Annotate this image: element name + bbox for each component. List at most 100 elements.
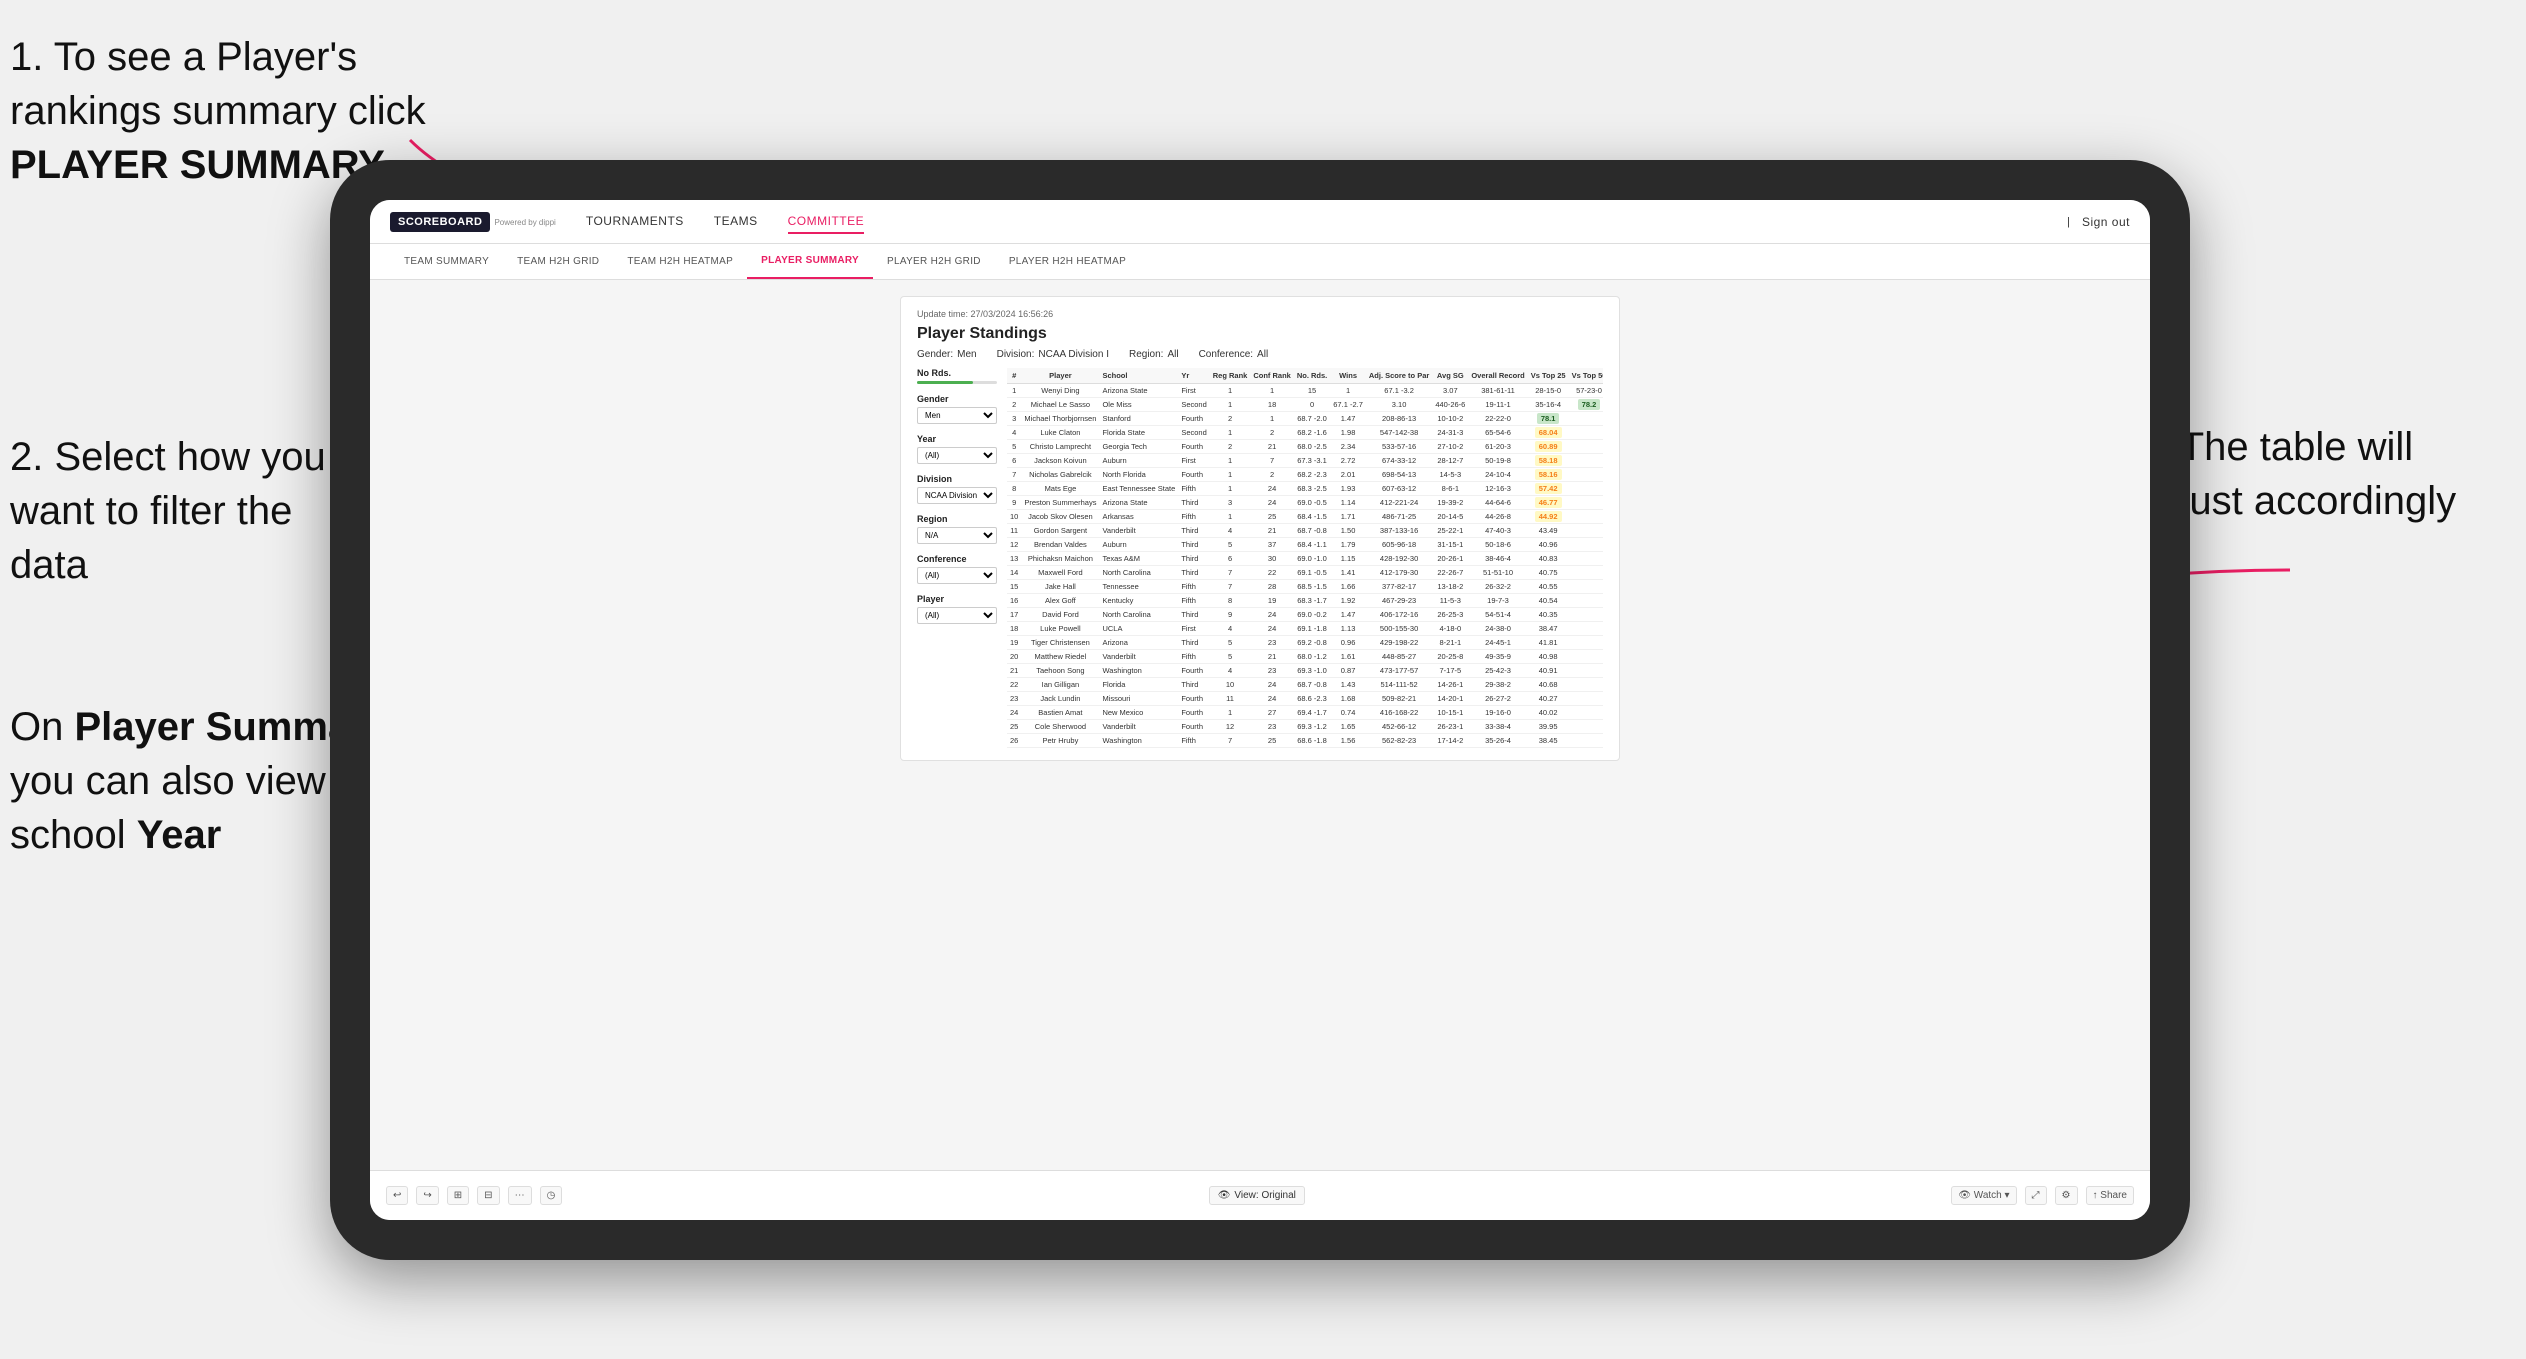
sub-team-h2h-grid[interactable]: TEAM H2H GRID <box>503 244 613 279</box>
region-select[interactable]: N/A All <box>917 527 997 544</box>
table-row[interactable]: 26Petr HrubyWashingtonFifth72568.6 -1.81… <box>1007 734 1603 748</box>
nords-label: No Rds. <box>917 368 997 378</box>
nav-pipe: | <box>2067 216 2070 228</box>
bottom-toolbar: ↩ ↪ ⊞ ⊟ ⋯ ◷ 👁 View: Original 👁 Watch ▾ ⤢… <box>370 1170 2150 1220</box>
panel-body: No Rds. Gender Men Women <box>917 368 1603 748</box>
table-row[interactable]: 24Bastien AmatNew MexicoFourth12769.4 -1… <box>1007 706 1603 720</box>
year-filter-label: Year <box>917 434 997 444</box>
filter-display-row: Gender: Men Division: NCAA Division I Re… <box>917 349 1603 360</box>
toolbar-paste[interactable]: ⊟ <box>477 1186 499 1205</box>
col-adj-score: Adj. Score to Par <box>1366 368 1432 384</box>
sub-nav-bar: TEAM SUMMARY TEAM H2H GRID TEAM H2H HEAT… <box>370 244 2150 280</box>
nav-right: | Sign out <box>2067 211 2130 233</box>
sub-team-h2h-heatmap[interactable]: TEAM H2H HEATMAP <box>613 244 747 279</box>
brand-logo: SCOREBOARD <box>390 212 490 232</box>
col-vs50: Vs Top 50 <box>1569 368 1603 384</box>
col-reg-rank: Reg Rank <box>1210 368 1251 384</box>
table-row[interactable]: 10Jacob Skov OlesenArkansasFifth12568.4 … <box>1007 510 1603 524</box>
filter-region: Region: All <box>1129 349 1179 360</box>
toolbar-right: 👁 Watch ▾ ⤢ ⚙ ↑ Share <box>1951 1186 2134 1205</box>
conference-select[interactable]: (All) <box>917 567 997 584</box>
tablet-screen: SCOREBOARD Powered by dippi TOURNAMENTS … <box>370 200 2150 1220</box>
player-filter-label: Player <box>917 594 997 604</box>
standings-table: # Player School Yr Reg Rank Conf Rank No… <box>1007 368 1603 748</box>
table-row[interactable]: 11Gordon SargentVanderbiltThird42168.7 -… <box>1007 524 1603 538</box>
ann1-text: 1. To see a Player's rankings summary cl… <box>10 35 426 187</box>
toolbar-left: ↩ ↪ ⊞ ⊟ ⋯ ◷ <box>386 1186 562 1205</box>
player-select[interactable]: (All) <box>917 607 997 624</box>
filter-section-division: Division NCAA Division I NCAA Division I… <box>917 474 997 504</box>
toolbar-undo[interactable]: ↩ <box>386 1186 408 1205</box>
col-player: Player <box>1021 368 1099 384</box>
table-row[interactable]: 7Nicholas GabrelcikNorth FloridaFourth12… <box>1007 468 1603 482</box>
nav-tournaments[interactable]: TOURNAMENTS <box>586 210 684 234</box>
table-row[interactable]: 23Jack LundinMissouriFourth112468.6 -2.3… <box>1007 692 1603 706</box>
table-row[interactable]: 13Phichaksn MaichonTexas A&MThird63069.0… <box>1007 552 1603 566</box>
sub-player-h2h-heatmap[interactable]: PLAYER H2H HEATMAP <box>995 244 1140 279</box>
table-row[interactable]: 12Brendan ValdesAuburnThird53768.4 -1.11… <box>1007 538 1603 552</box>
table-row[interactable]: 15Jake HallTennesseeFifth72868.5 -1.51.6… <box>1007 580 1603 594</box>
col-school: School <box>1099 368 1178 384</box>
update-time: Update time: 27/03/2024 16:56:26 <box>917 309 1603 319</box>
annotation-2: 2. Select how you want to filter the dat… <box>10 430 370 592</box>
nords-slider[interactable] <box>917 381 997 384</box>
col-vs25: Vs Top 25 <box>1528 368 1569 384</box>
sub-player-h2h-grid[interactable]: PLAYER H2H GRID <box>873 244 995 279</box>
table-row[interactable]: 21Taehoon SongWashingtonFourth42369.3 -1… <box>1007 664 1603 678</box>
table-row[interactable]: 8Mats EgeEast Tennessee StateFifth12468.… <box>1007 482 1603 496</box>
toolbar-share[interactable]: ↑ Share <box>2086 1186 2134 1205</box>
toolbar-watch[interactable]: 👁 Watch ▾ <box>1951 1186 2016 1205</box>
filter-section-gender: Gender Men Women <box>917 394 997 424</box>
col-no-rds: No. Rds. <box>1294 368 1330 384</box>
col-yr: Yr <box>1178 368 1209 384</box>
filter-section-conference: Conference (All) <box>917 554 997 584</box>
toolbar-expand[interactable]: ⤢ <box>2025 1186 2047 1205</box>
standings-table-container: # Player School Yr Reg Rank Conf Rank No… <box>1007 368 1603 748</box>
table-row[interactable]: 18Luke PowellUCLAFirst42469.1 -1.81.1350… <box>1007 622 1603 636</box>
toolbar-redo[interactable]: ↪ <box>416 1186 438 1205</box>
toolbar-settings[interactable]: ⚙ <box>2055 1186 2078 1205</box>
nav-signout[interactable]: Sign out <box>2082 211 2130 233</box>
toolbar-clock[interactable]: ◷ <box>540 1186 563 1205</box>
filter-section-player: Player (All) <box>917 594 997 624</box>
table-row[interactable]: 20Matthew RiedelVanderbiltFifth52168.0 -… <box>1007 650 1603 664</box>
main-nav-bar: SCOREBOARD Powered by dippi TOURNAMENTS … <box>370 200 2150 244</box>
table-row[interactable]: 4Luke ClatonFlorida StateSecond1268.2 -1… <box>1007 426 1603 440</box>
division-filter-label: Division <box>917 474 997 484</box>
panel-title: Player Standings <box>917 325 1603 343</box>
gender-filter-label: Gender <box>917 394 997 404</box>
filter-section-region: Region N/A All <box>917 514 997 544</box>
sub-player-summary[interactable]: PLAYER SUMMARY <box>747 244 873 279</box>
brand-sub: Powered by dippi <box>494 218 555 227</box>
nav-teams[interactable]: TEAMS <box>714 210 758 234</box>
main-nav-items: TOURNAMENTS TEAMS COMMITTEE <box>586 210 2067 234</box>
year-select[interactable]: (All) First Second Third Fourth Fifth <box>917 447 997 464</box>
ann2-text: 2. Select how you want to filter the dat… <box>10 435 326 587</box>
table-row[interactable]: 22Ian GilliganFloridaThird102468.7 -0.81… <box>1007 678 1603 692</box>
division-select[interactable]: NCAA Division I NCAA Division II <box>917 487 997 504</box>
table-row[interactable]: 17David FordNorth CarolinaThird92469.0 -… <box>1007 608 1603 622</box>
table-row[interactable]: 6Jackson KoivunAuburnFirst1767.3 -3.12.7… <box>1007 454 1603 468</box>
col-rank: # <box>1007 368 1021 384</box>
table-header-row: # Player School Yr Reg Rank Conf Rank No… <box>1007 368 1603 384</box>
toolbar-view-original[interactable]: 👁 View: Original <box>1209 1186 1305 1205</box>
table-row[interactable]: 9Preston SummerhaysArizona StateThird324… <box>1007 496 1603 510</box>
toolbar-copy[interactable]: ⊞ <box>447 1186 469 1205</box>
filter-section-nords: No Rds. <box>917 368 997 384</box>
table-row[interactable]: 5Christo LamprechtGeorgia TechFourth2216… <box>1007 440 1603 454</box>
table-row[interactable]: 14Maxwell FordNorth CarolinaThird72269.1… <box>1007 566 1603 580</box>
gender-select[interactable]: Men Women <box>917 407 997 424</box>
table-row[interactable]: 2Michael Le SassoOle MissSecond118067.1 … <box>1007 398 1603 412</box>
annotation-right: 3. The table will adjust accordingly <box>2136 420 2516 528</box>
tablet-frame: SCOREBOARD Powered by dippi TOURNAMENTS … <box>330 160 2190 1260</box>
toolbar-link[interactable]: ⋯ <box>508 1186 532 1205</box>
sub-team-summary[interactable]: TEAM SUMMARY <box>390 244 503 279</box>
brand: SCOREBOARD Powered by dippi <box>390 212 556 232</box>
table-row[interactable]: 19Tiger ChristensenArizonaThird52369.2 -… <box>1007 636 1603 650</box>
table-row[interactable]: 25Cole SherwoodVanderbiltFourth122369.3 … <box>1007 720 1603 734</box>
nav-committee[interactable]: COMMITTEE <box>788 210 865 234</box>
table-row[interactable]: 1Wenyi DingArizona StateFirst1115167.1 -… <box>1007 384 1603 398</box>
table-row[interactable]: 3Michael ThorbjornsenStanfordFourth2168.… <box>1007 412 1603 426</box>
table-row[interactable]: 16Alex GoffKentuckyFifth81968.3 -1.71.92… <box>1007 594 1603 608</box>
col-wins: Wins <box>1330 368 1366 384</box>
